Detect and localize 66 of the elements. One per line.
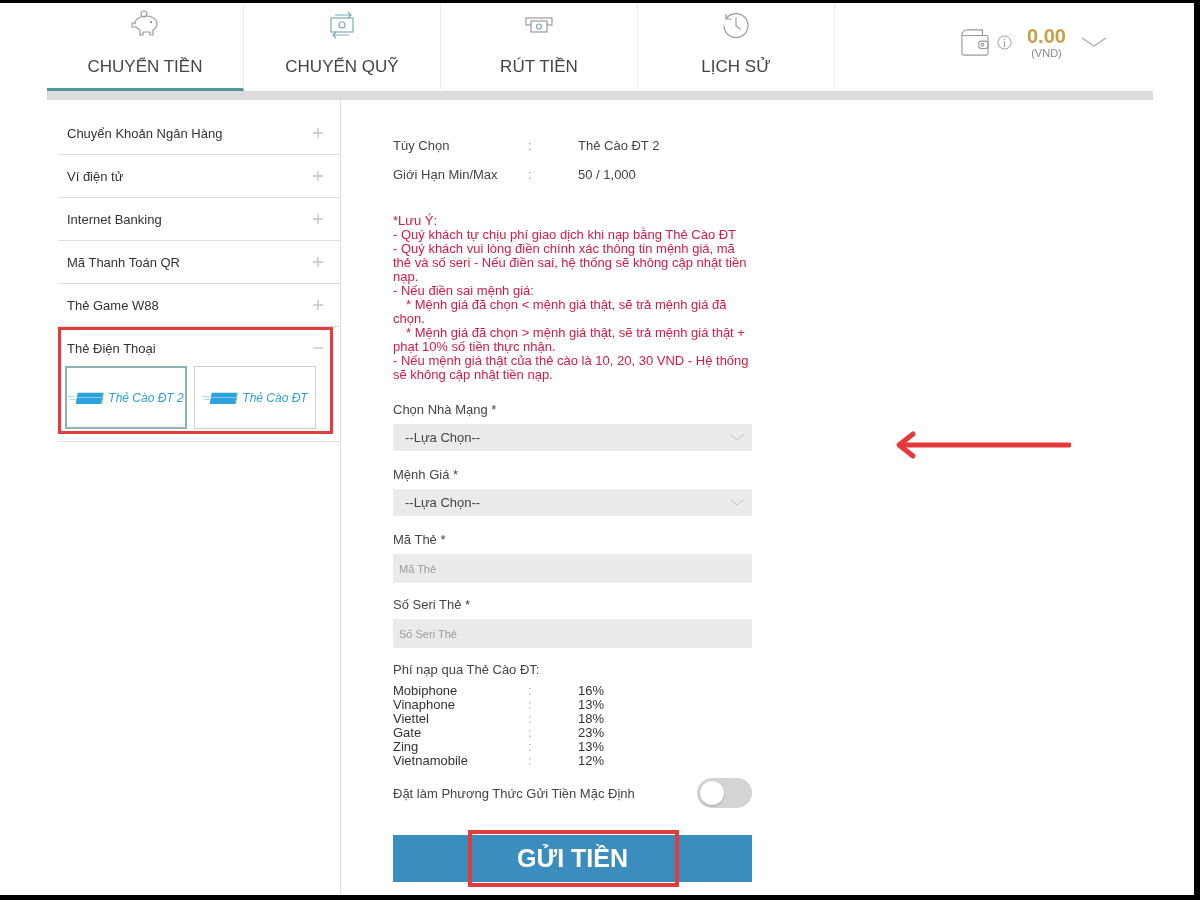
- dropdown-field[interactable]: --Lựa Chọn--: [393, 489, 752, 516]
- submit-button[interactable]: GỬI TIỀN: [393, 835, 752, 882]
- info-icon[interactable]: [997, 34, 1012, 50]
- wallet-icon[interactable]: [960, 28, 990, 56]
- field-label: Mã Thẻ *: [393, 533, 447, 547]
- fee-rate: 13%: [578, 698, 606, 712]
- sidebar-item[interactable]: Internet Banking: [67, 211, 162, 227]
- carrier-name: Vietnamobile: [393, 754, 469, 768]
- carrier-name: Zing: [393, 740, 420, 754]
- dropdown-field[interactable]: --Lựa Chọn--: [393, 424, 752, 451]
- note-text: - Nếu mệnh giá thật của thẻ cào là 10, 20, 30 VND - Hệ thống sẽ không cập nhật tiền nạp.: [393, 354, 750, 382]
- separator-colon: :: [528, 166, 533, 184]
- sidebar-item[interactable]: Chuyển Khoản Ngân Hàng: [67, 125, 223, 141]
- note-title: *Lưu Ý:: [393, 214, 439, 228]
- plus-icon[interactable]: [313, 214, 323, 224]
- card-icon: [202, 390, 241, 405]
- chevron-down-icon[interactable]: [1080, 37, 1107, 47]
- carrier-name: Gate: [393, 726, 423, 740]
- carrier-name: Viettel: [393, 712, 429, 726]
- text-field[interactable]: Mã Thẻ: [393, 554, 752, 583]
- detail-label: Tùy Chọn: [393, 137, 451, 155]
- separator-colon: :: [528, 726, 533, 740]
- plus-icon[interactable]: [313, 128, 323, 138]
- note-text: - Nếu điền sai mệnh giá:: [393, 284, 535, 298]
- card-icon: [68, 390, 107, 405]
- detail-label: Giới Hạn Min/Max: [393, 166, 499, 184]
- separator-colon: :: [528, 698, 533, 712]
- plus-icon[interactable]: [313, 300, 323, 310]
- note-text: - Quý khách tự chịu phí giao dịch khi nạp bằng Thẻ Cào ĐT: [393, 228, 738, 242]
- separator-colon: :: [528, 740, 533, 754]
- sidebar-item[interactable]: Thẻ Game W88: [67, 297, 159, 313]
- separator-colon: :: [528, 684, 533, 698]
- history-clock-icon: [720, 10, 752, 40]
- note-text: - Quý khách vui lòng điền chính xác thông tin mệnh giá, mã thẻ và số seri - Nếu điền sai, hệ thống sẽ không cập nhật tiền nạp.: [393, 242, 748, 284]
- text-field[interactable]: Số Seri Thẻ: [393, 619, 752, 648]
- toggle-knob[interactable]: [700, 781, 724, 805]
- note-text: * Mệnh giá đã chọn < mệnh giá thật, sẽ trả mệnh giá đã chọn.: [393, 298, 728, 326]
- toggle-switch[interactable]: [697, 778, 752, 808]
- separator-colon: :: [528, 137, 533, 155]
- plus-icon[interactable]: [313, 171, 323, 181]
- sidebar-item[interactable]: Mã Thanh Toán QR: [67, 254, 180, 270]
- toggle-label: Đặt làm Phương Thức Gửi Tiền Mặc Định: [393, 785, 635, 801]
- chevron-down-icon: [730, 434, 744, 441]
- note-text: * Mệnh giá đã chọn > mệnh giá thật, sẽ trả mệnh giá thật + phạt 10% số tiền thực nhận.: [393, 326, 746, 354]
- carrier-name: Vinaphone: [393, 698, 455, 712]
- field-label: Chọn Nhà Mạng *: [393, 403, 498, 417]
- currency-label: (VND): [1031, 47, 1062, 59]
- field-label: Mệnh Giá *: [393, 468, 460, 482]
- fee-rate: 18%: [578, 712, 606, 726]
- chevron-down-icon: [730, 499, 744, 506]
- fee-rate: 23%: [578, 726, 606, 740]
- detail-value: Thẻ Cào ĐT 2: [578, 137, 661, 155]
- carrier-name: Mobiphone: [393, 684, 459, 698]
- sidebar-item[interactable]: Ví điện tử: [67, 168, 124, 184]
- balance-amount: 0.00: [1027, 25, 1066, 47]
- detail-value: 50 / 1,000: [578, 166, 637, 184]
- separator-colon: :: [528, 712, 533, 726]
- fee-rate: 12%: [578, 754, 606, 768]
- plus-icon[interactable]: [313, 257, 323, 267]
- fee-rate: 16%: [578, 684, 606, 698]
- nav-tab[interactable]: CHUYỂN TIỀN: [47, 3, 244, 91]
- sidebar-item[interactable]: Thẻ Điện Thoại: [67, 340, 156, 356]
- field-label: Số Seri Thẻ *: [393, 598, 472, 612]
- fee-rate: 13%: [578, 740, 606, 754]
- fee-title: Phí nạp qua Thẻ Cào ĐT:: [393, 663, 541, 677]
- separator-colon: :: [528, 754, 533, 768]
